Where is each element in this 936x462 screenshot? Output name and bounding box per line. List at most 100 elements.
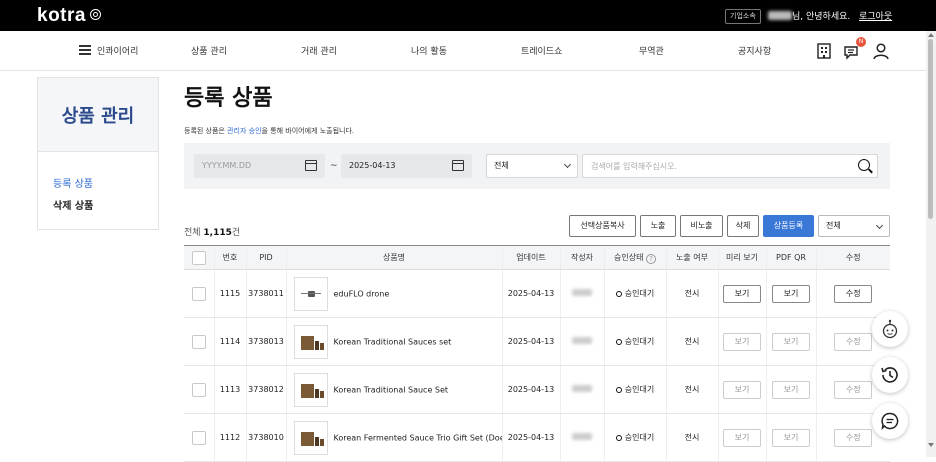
cell-no: 1112 bbox=[213, 413, 246, 462]
delete-button[interactable]: 삭제 bbox=[727, 215, 759, 237]
row-checkbox[interactable] bbox=[191, 430, 206, 445]
cell-exposure: 전시 bbox=[665, 365, 718, 414]
cell-status: 승인대기 bbox=[603, 413, 666, 462]
edit-button[interactable]: 수정 bbox=[834, 428, 873, 447]
search-input[interactable] bbox=[591, 158, 841, 174]
cell-product[interactable]: Korean Fermented Sauce Trio Gift Set (Do… bbox=[285, 413, 503, 462]
nav-trade-office[interactable]: 무역관 bbox=[639, 44, 664, 57]
table-row: 1112 3738010 Korean Fermented Sauce Trio… bbox=[184, 413, 890, 462]
nav-trade-management[interactable]: 거래 관리 bbox=[301, 44, 337, 57]
header-pid: PID bbox=[245, 245, 286, 270]
building-icon[interactable] bbox=[814, 41, 834, 61]
total-count: 전체 1,115건 bbox=[184, 228, 241, 238]
pdf-qr-button[interactable]: 보기 bbox=[772, 428, 810, 447]
copy-selected-button[interactable]: 선택상품복사 bbox=[569, 215, 636, 237]
search-icon[interactable] bbox=[858, 159, 870, 171]
cell-status: 승인대기 bbox=[603, 365, 666, 414]
pdf-qr-button[interactable]: 보기 bbox=[772, 284, 810, 303]
edit-button[interactable]: 수정 bbox=[834, 380, 873, 399]
chevron-down-icon bbox=[875, 221, 884, 230]
status-dot-icon bbox=[615, 291, 622, 297]
calendar-icon[interactable] bbox=[452, 160, 464, 171]
cell-pid: 3738010 bbox=[245, 413, 286, 462]
history-button[interactable] bbox=[872, 357, 908, 393]
chatbot-button[interactable] bbox=[872, 311, 908, 347]
preview-button[interactable]: 보기 bbox=[723, 332, 761, 351]
edit-button[interactable]: 수정 bbox=[834, 284, 873, 303]
hide-button[interactable]: 비노출 bbox=[680, 215, 723, 237]
date-from-field[interactable]: YYYY.MM.DD bbox=[194, 154, 325, 178]
search-box bbox=[582, 154, 878, 178]
pdf-qr-button[interactable]: 보기 bbox=[772, 332, 810, 351]
cell-exposure: 전시 bbox=[665, 269, 718, 318]
scrollbar-thumb[interactable] bbox=[928, 39, 933, 219]
cell-author bbox=[559, 269, 604, 318]
nav-notice[interactable]: 공지사항 bbox=[738, 44, 771, 57]
header-preview: 미리 보기 bbox=[717, 245, 766, 270]
notification-badge: N bbox=[856, 37, 866, 47]
corp-affiliation-button[interactable]: 기업소속 bbox=[725, 9, 761, 24]
cell-product[interactable]: Korean Traditional Sauces set bbox=[285, 317, 502, 366]
sidebar-title: 상품 관리 bbox=[61, 106, 135, 127]
page-scrollbar[interactable] bbox=[926, 31, 936, 457]
cell-product[interactable]: Korean Traditional Sauce Set bbox=[285, 365, 502, 414]
product-thumbnail bbox=[293, 324, 328, 359]
cell-exposure: 전시 bbox=[665, 413, 718, 462]
product-name[interactable]: Korean Traditional Sauce Set bbox=[334, 385, 449, 394]
product-name[interactable]: eduFLO drone bbox=[334, 289, 390, 298]
row-checkbox[interactable] bbox=[191, 286, 206, 301]
row-checkbox[interactable] bbox=[191, 382, 206, 397]
row-checkbox[interactable] bbox=[191, 334, 206, 349]
filter-bar: YYYY.MM.DD ~ 2025-04-13 전체 bbox=[184, 143, 890, 189]
sidebar-item-deleted-products[interactable]: 삭제 상품 bbox=[53, 197, 93, 212]
status-dot-icon bbox=[615, 387, 622, 393]
scroll-down-icon[interactable] bbox=[928, 443, 934, 447]
calendar-icon[interactable] bbox=[305, 160, 317, 171]
register-product-button[interactable]: 상품등록 bbox=[763, 215, 814, 237]
kotra-logo[interactable]: kotra bbox=[37, 5, 101, 27]
expose-button[interactable]: 노출 bbox=[640, 215, 676, 237]
header-product-name: 상품명 bbox=[285, 245, 502, 270]
preview-button[interactable]: 보기 bbox=[723, 428, 761, 447]
product-name[interactable]: Korean Fermented Sauce Trio Gift Set (Do… bbox=[334, 433, 503, 442]
cell-pid: 3738013 bbox=[245, 317, 286, 366]
user-name-masked bbox=[768, 11, 792, 20]
table-header-row: 번호 PID 상품명 업데이트 작성자 승인상태 ? 노출 여부 미리 보기 P… bbox=[184, 245, 890, 270]
pdf-qr-button[interactable]: 보기 bbox=[772, 380, 810, 399]
nav-product-management[interactable]: 상품 관리 bbox=[191, 44, 227, 57]
main-nav: 인콰이어리 상품 관리 거래 관리 나의 활동 트레이드쇼 무역관 공지사항 N bbox=[0, 31, 936, 71]
message-button[interactable] bbox=[872, 403, 908, 439]
date-to-field[interactable]: 2025-04-13 bbox=[341, 154, 472, 178]
preview-button[interactable]: 보기 bbox=[723, 284, 761, 303]
cell-exposure: 전시 bbox=[665, 317, 718, 366]
admin-approval-link[interactable]: 관리자 승인 bbox=[227, 127, 261, 135]
chevron-down-icon bbox=[563, 160, 572, 169]
nav-my-activity[interactable]: 나의 활동 bbox=[411, 44, 447, 57]
top-bar: kotra 기업소속 님, 안녕하세요. 로그아웃 bbox=[0, 0, 936, 31]
menu-icon[interactable] bbox=[79, 45, 91, 55]
header-pdf-qr: PDF QR bbox=[765, 245, 816, 270]
approval-note: 등록된 상품은 관리자 승인을 통해 바이어에게 노출됩니다. bbox=[184, 127, 355, 135]
edit-button[interactable]: 수정 bbox=[834, 332, 873, 351]
cell-author bbox=[559, 317, 604, 366]
product-table: 번호 PID 상품명 업데이트 작성자 승인상태 ? 노출 여부 미리 보기 P… bbox=[184, 245, 890, 462]
cell-product[interactable]: eduFLO drone bbox=[285, 269, 502, 318]
scroll-up-icon[interactable] bbox=[928, 33, 934, 37]
nav-inquiry[interactable]: 인콰이어리 bbox=[97, 44, 138, 57]
help-icon[interactable]: ? bbox=[646, 253, 656, 264]
select-all-checkbox[interactable] bbox=[191, 250, 206, 265]
cell-status: 승인대기 bbox=[603, 317, 666, 366]
search-scope-select[interactable]: 전체 bbox=[486, 154, 578, 178]
logout-link[interactable]: 로그아웃 bbox=[859, 9, 892, 22]
author-masked bbox=[572, 289, 592, 296]
user-icon[interactable] bbox=[871, 41, 891, 61]
history-icon bbox=[881, 367, 898, 383]
product-name[interactable]: Korean Traditional Sauces set bbox=[334, 337, 452, 346]
status-filter-select[interactable]: 전체 bbox=[818, 215, 890, 237]
header-edit: 수정 bbox=[815, 245, 890, 270]
sidebar-item-registered-products[interactable]: 등록 상품 bbox=[53, 175, 93, 190]
nav-tradeshow[interactable]: 트레이드쇼 bbox=[521, 44, 562, 57]
cell-pid: 3738012 bbox=[245, 365, 286, 414]
greeting-text: 님, 안녕하세요. bbox=[792, 12, 851, 22]
preview-button[interactable]: 보기 bbox=[723, 380, 761, 399]
